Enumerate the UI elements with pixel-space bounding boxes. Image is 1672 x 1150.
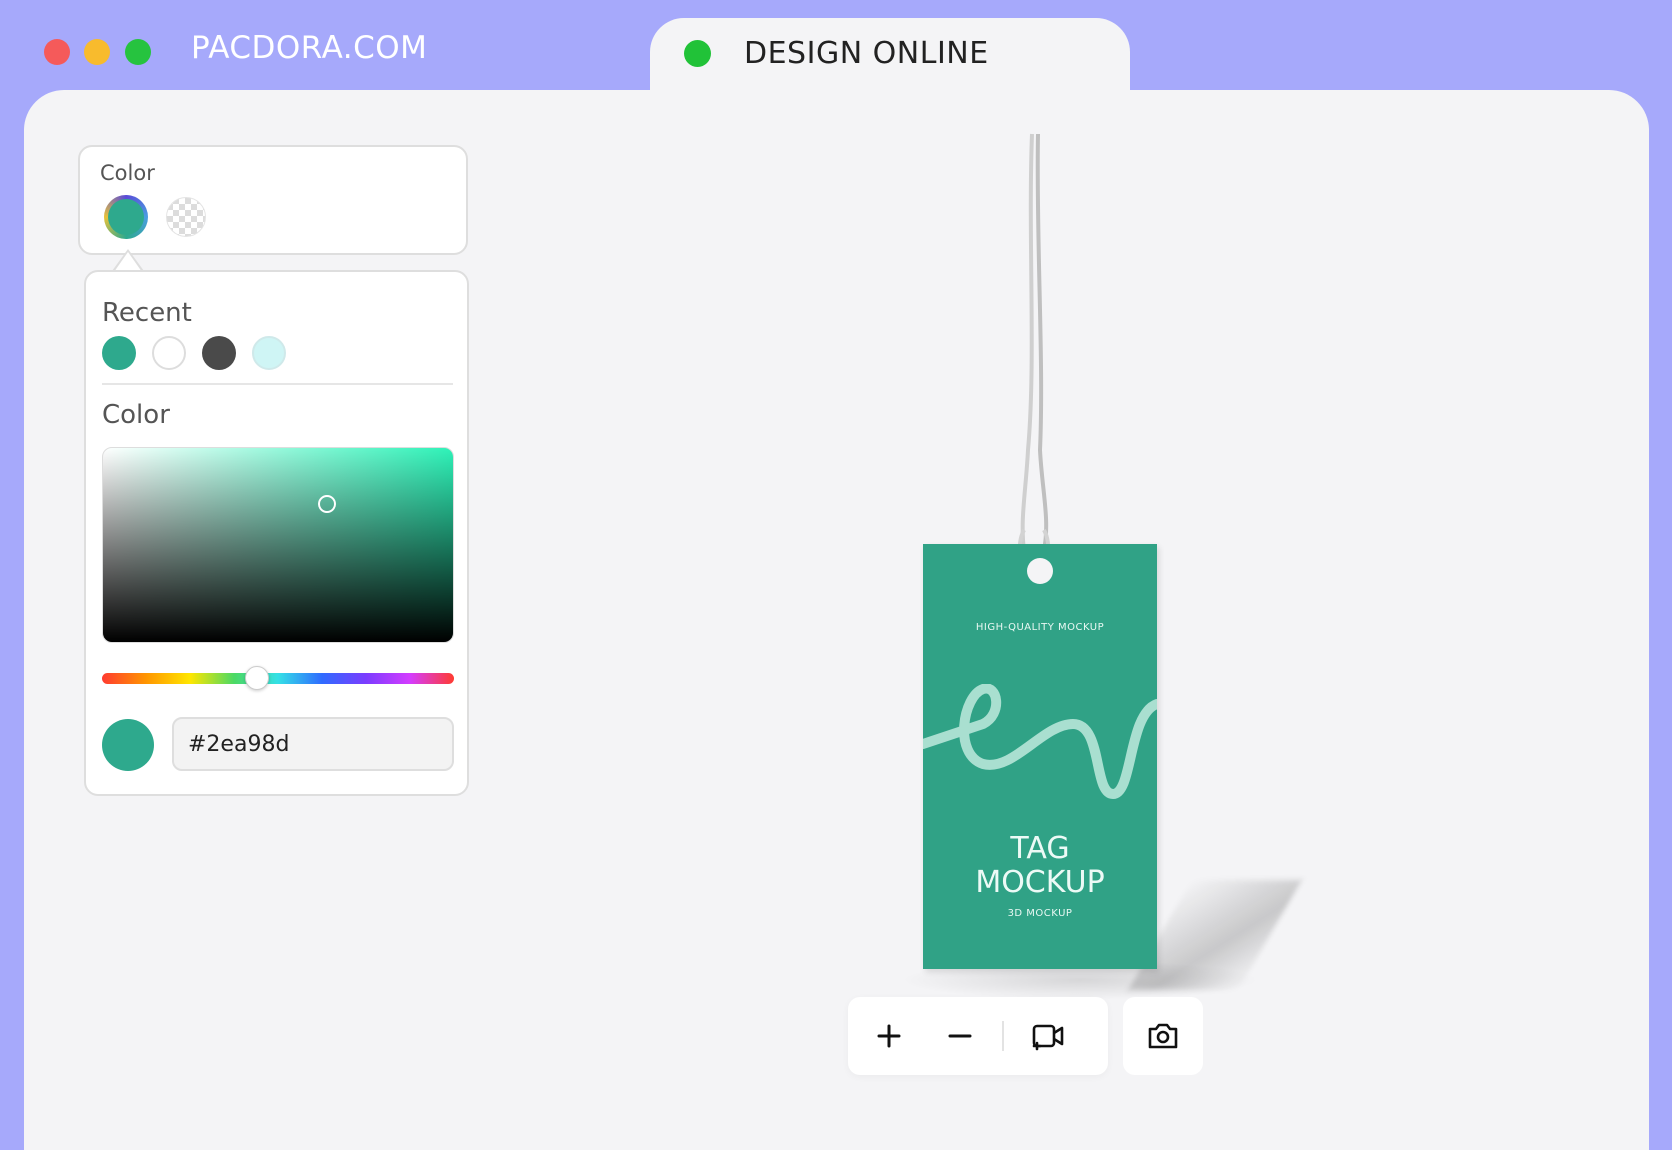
saturation-value-area[interactable] (102, 447, 454, 643)
selected-color-swatch[interactable] (104, 195, 148, 239)
tag-hole (1027, 558, 1053, 584)
tag-top-text: HIGH-QUALITY MOCKUP (975, 622, 1105, 633)
tag-mockup-preview[interactable]: HIGH-QUALITY MOCKUP TAG MOCKUP 3D MOCKUP (900, 120, 1302, 1000)
hue-slider[interactable] (102, 673, 454, 684)
saturation-handle[interactable] (318, 495, 336, 513)
screenshot-button[interactable] (1123, 997, 1203, 1075)
window-maximize-dot[interactable] (125, 39, 151, 65)
recent-title: Recent (102, 298, 192, 328)
view-toolbar (848, 997, 1108, 1075)
hex-color-input[interactable] (172, 717, 454, 771)
recent-color-swatch[interactable] (202, 336, 236, 370)
hue-slider-thumb[interactable] (244, 666, 269, 690)
tab-label: DESIGN ONLINE (744, 36, 989, 71)
window-minimize-dot[interactable] (84, 39, 110, 65)
tag-squiggle-graphic (923, 684, 1157, 800)
video-camera-icon (1032, 1024, 1064, 1051)
color-selector-card: Color (78, 145, 468, 255)
recent-color-swatch[interactable] (252, 336, 286, 370)
tag-subtitle: 3D MOCKUP (1007, 908, 1073, 919)
color-card-label: Color (100, 161, 155, 185)
toolbar-separator (1002, 1021, 1004, 1051)
hang-tag[interactable]: HIGH-QUALITY MOCKUP TAG MOCKUP 3D MOCKUP (923, 544, 1157, 969)
recent-color-swatch[interactable] (102, 336, 136, 370)
minus-icon (948, 1034, 972, 1038)
record-video-button[interactable] (1023, 1011, 1073, 1061)
transparent-color-swatch[interactable] (166, 197, 206, 237)
picker-pointer (112, 249, 144, 272)
color-title: Color (102, 400, 170, 430)
current-color-preview (102, 719, 154, 771)
color-picker-panel: Recent Color (84, 270, 469, 796)
camera-icon (1148, 1023, 1178, 1049)
brand-title: PACDORA.COM (191, 30, 428, 66)
section-divider (102, 383, 453, 385)
tag-string (1017, 133, 1051, 571)
plus-icon (877, 1024, 901, 1048)
tag-title-line2: MOCKUP (975, 865, 1105, 900)
window-close-dot[interactable] (44, 39, 70, 65)
zoom-in-button[interactable] (864, 1011, 914, 1061)
tag-title-line1: TAG (1010, 831, 1070, 866)
zoom-out-button[interactable] (935, 1011, 985, 1061)
recent-color-swatch[interactable] (152, 336, 186, 370)
tab-status-dot (684, 40, 711, 67)
